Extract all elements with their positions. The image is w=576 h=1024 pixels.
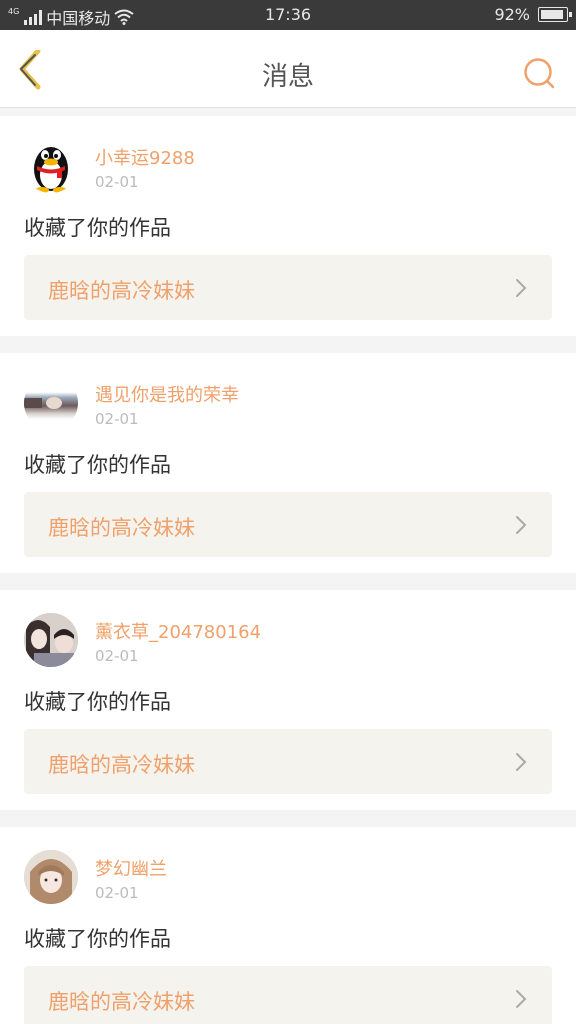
photo-avatar <box>24 613 78 667</box>
battery-level <box>541 10 563 19</box>
work-link[interactable]: 鹿晗的高冷妹妹 <box>24 966 552 1024</box>
message-card: 遇见你是我的荣幸 02-01 收藏了你的作品 鹿晗的高冷妹妹 <box>0 353 576 573</box>
search-icon <box>524 58 555 89</box>
message-card: 梦幻幽兰 02-01 收藏了你的作品 鹿晗的高冷妹妹 <box>0 827 576 1024</box>
message-action: 收藏了你的作品 <box>24 927 171 951</box>
battery-percent: 92% <box>494 5 530 24</box>
work-title: 鹿晗的高冷妹妹 <box>48 516 195 540</box>
message-date: 02-01 <box>95 410 139 428</box>
nav-bar: 消息 <box>0 30 576 108</box>
message-card: 薰衣草_204780164 02-01 收藏了你的作品 鹿晗的高冷妹妹 <box>0 590 576 810</box>
status-bar: 4G 中国移动 17:36 92% <box>0 0 576 30</box>
message-card: 小幸运9288 02-01 收藏了你的作品 鹿晗的高冷妹妹 <box>0 116 576 336</box>
chevron-right-icon <box>516 279 527 297</box>
message-action: 收藏了你的作品 <box>24 690 171 714</box>
status-right: 92% <box>494 5 572 24</box>
username[interactable]: 梦幻幽兰 <box>95 855 167 881</box>
message-date: 02-01 <box>95 884 139 902</box>
search-button[interactable] <box>522 56 556 90</box>
message-action: 收藏了你的作品 <box>24 216 171 240</box>
avatar[interactable] <box>24 613 78 667</box>
username[interactable]: 小幸运9288 <box>95 144 195 170</box>
chevron-right-icon <box>516 516 527 534</box>
avatar[interactable] <box>24 850 78 904</box>
chevron-right-icon <box>516 753 527 771</box>
message-date: 02-01 <box>95 173 139 191</box>
message-action: 收藏了你的作品 <box>24 453 171 477</box>
photo-avatar <box>24 850 78 904</box>
avatar[interactable] <box>24 139 78 193</box>
work-link[interactable]: 鹿晗的高冷妹妹 <box>24 492 552 557</box>
username[interactable]: 薰衣草_204780164 <box>95 618 261 644</box>
work-title: 鹿晗的高冷妹妹 <box>48 279 195 303</box>
battery-icon <box>538 7 572 22</box>
clock: 17:36 <box>264 5 312 24</box>
page-title: 消息 <box>261 62 314 92</box>
photo-avatar <box>24 397 62 409</box>
work-title: 鹿晗的高冷妹妹 <box>48 990 195 1014</box>
work-link[interactable]: 鹿晗的高冷妹妹 <box>24 255 552 320</box>
work-link[interactable]: 鹿晗的高冷妹妹 <box>24 729 552 794</box>
chevron-right-icon <box>516 990 527 1008</box>
qq-penguin-avatar <box>34 147 68 193</box>
message-date: 02-01 <box>95 647 139 665</box>
avatar[interactable] <box>24 376 78 430</box>
username[interactable]: 遇见你是我的荣幸 <box>95 381 239 407</box>
message-list: 小幸运9288 02-01 收藏了你的作品 鹿晗的高冷妹妹 遇见你是我的荣幸 0… <box>0 116 576 1024</box>
work-title: 鹿晗的高冷妹妹 <box>48 753 195 777</box>
